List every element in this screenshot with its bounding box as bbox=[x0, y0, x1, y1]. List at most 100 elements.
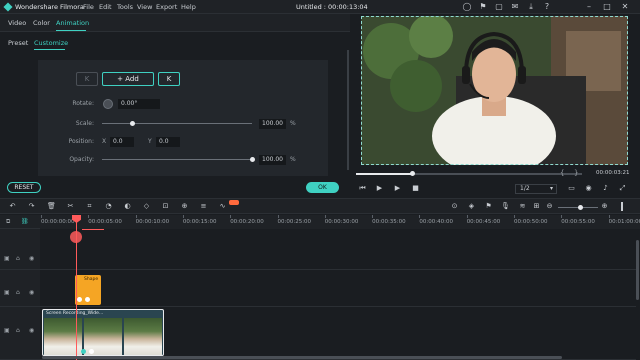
fit-icon[interactable]: ⊡ bbox=[161, 202, 170, 211]
preview-selection-frame[interactable] bbox=[361, 16, 628, 165]
ok-button[interactable]: OK bbox=[306, 182, 339, 193]
eye-icon[interactable]: ◉ bbox=[29, 327, 34, 334]
stop-icon[interactable]: ■ bbox=[411, 184, 420, 193]
notification-icon[interactable]: ⚑ bbox=[478, 2, 488, 12]
lock-icon[interactable]: ⌂ bbox=[16, 289, 20, 296]
menu-file[interactable]: File bbox=[83, 3, 94, 11]
color-icon[interactable]: ◐ bbox=[123, 202, 132, 211]
prev-keyframe-button[interactable]: K bbox=[76, 72, 98, 86]
keyframe-marker[interactable] bbox=[81, 349, 86, 354]
rotate-dial[interactable] bbox=[103, 99, 113, 109]
prev-frame-icon[interactable]: ⏮ bbox=[358, 184, 367, 193]
menu-edit[interactable]: Edit bbox=[99, 3, 112, 11]
video-clip-label: Screen Recording_Wide... bbox=[46, 311, 104, 316]
scale-slider-knob[interactable] bbox=[129, 121, 135, 126]
mark-in-icon[interactable]: { bbox=[560, 169, 564, 177]
play-backward-icon[interactable]: ▶ bbox=[375, 184, 384, 193]
stabilize-icon[interactable]: ⊕ bbox=[180, 202, 189, 211]
link-icon[interactable]: ⛓ bbox=[21, 218, 29, 225]
opacity-input[interactable]: 100.00 bbox=[259, 155, 286, 165]
ruler-label: 00:00:00:00 bbox=[41, 219, 75, 225]
scale-slider-track[interactable] bbox=[102, 123, 252, 124]
keyframe-marker[interactable] bbox=[89, 349, 94, 354]
shield-icon[interactable]: ◈ bbox=[467, 202, 476, 211]
menu-export[interactable]: Export bbox=[156, 3, 177, 11]
eye-icon[interactable]: ◉ bbox=[29, 289, 34, 296]
redo-icon[interactable]: ↷ bbox=[27, 202, 36, 211]
user-icon[interactable]: ◯ bbox=[462, 2, 472, 12]
menu-view[interactable]: View bbox=[137, 3, 152, 11]
lock-icon[interactable]: ⌂ bbox=[16, 255, 20, 262]
menu-help[interactable]: Help bbox=[181, 3, 196, 11]
panel-scrollbar[interactable] bbox=[347, 50, 349, 170]
position-label: Position: bbox=[68, 138, 94, 145]
position-y-input[interactable]: 0.0 bbox=[156, 137, 180, 147]
mic-icon[interactable]: 🎙 bbox=[501, 202, 510, 211]
position-x-label: X bbox=[102, 138, 107, 145]
eye-icon[interactable]: ◉ bbox=[29, 255, 34, 262]
mail-icon[interactable]: ✉ bbox=[510, 2, 520, 12]
subtab-customize[interactable]: Customize bbox=[34, 39, 68, 47]
keyframe-icon[interactable]: ◇ bbox=[142, 202, 151, 211]
fullscreen-icon[interactable]: ⤢ bbox=[618, 184, 627, 193]
save-icon[interactable]: ▢ bbox=[494, 2, 504, 12]
playback-progress-knob[interactable] bbox=[410, 171, 415, 176]
snapshot-icon[interactable]: ⊞ bbox=[532, 202, 541, 211]
zoom-slider-knob[interactable] bbox=[578, 205, 583, 210]
add-keyframe-button[interactable]: + Add bbox=[102, 72, 154, 86]
zoom-out-icon[interactable]: ⊖ bbox=[545, 202, 554, 211]
rotate-input[interactable]: 0.00° bbox=[118, 99, 160, 109]
undo-icon[interactable]: ↶ bbox=[8, 202, 17, 211]
play-icon[interactable]: ▶ bbox=[393, 184, 402, 193]
video-clip[interactable]: Screen Recording_Wide... bbox=[42, 309, 164, 356]
opacity-slider-knob[interactable] bbox=[249, 157, 255, 162]
zoom-in-icon[interactable]: ⊕ bbox=[600, 202, 609, 211]
next-keyframe-button[interactable]: K bbox=[158, 72, 180, 86]
speed-icon[interactable]: ◔ bbox=[104, 202, 113, 211]
crop-icon[interactable]: ⌗ bbox=[85, 202, 94, 211]
download-icon[interactable]: ⤓ bbox=[526, 2, 536, 12]
maximize-icon[interactable]: □ bbox=[602, 2, 612, 12]
keyframe-marker[interactable] bbox=[85, 297, 90, 302]
panel-toggle-icon[interactable] bbox=[621, 202, 623, 211]
reset-button[interactable]: RESET bbox=[7, 182, 41, 193]
adjust-icon[interactable]: ≡ bbox=[199, 202, 208, 211]
tab-animation[interactable]: Animation bbox=[56, 19, 89, 27]
mark-out-icon[interactable]: } bbox=[574, 169, 578, 177]
timeline-horizontal-scrollbar[interactable] bbox=[42, 356, 562, 359]
tab-video[interactable]: Video bbox=[8, 19, 26, 27]
camera-icon[interactable]: ◉ bbox=[584, 184, 593, 193]
menu-tools[interactable]: Tools bbox=[117, 3, 133, 11]
opacity-slider-track[interactable] bbox=[102, 159, 252, 160]
rotate-label: Rotate: bbox=[72, 100, 94, 107]
position-x-input[interactable]: 0.0 bbox=[110, 137, 134, 147]
scale-input[interactable]: 100.00 bbox=[259, 119, 286, 129]
volume-icon[interactable]: ♪ bbox=[601, 184, 610, 193]
render-icon[interactable]: ⊙ bbox=[450, 202, 459, 211]
split-icon[interactable]: ✂ bbox=[66, 202, 75, 211]
shape-clip[interactable]: Shape bbox=[75, 275, 101, 305]
voiceover-icon[interactable]: ≋ bbox=[518, 202, 527, 211]
ruler-tick bbox=[41, 215, 42, 218]
monitor-icon[interactable]: ▭ bbox=[567, 184, 576, 193]
timeline-vertical-scrollbar[interactable] bbox=[636, 240, 639, 300]
ruler-tick bbox=[419, 215, 421, 218]
app-name: Wondershare Filmora bbox=[15, 3, 84, 11]
delete-icon[interactable]: 🗑 bbox=[47, 202, 56, 211]
ruler-label: 00:00:55:00 bbox=[561, 219, 595, 225]
close-icon[interactable]: ✕ bbox=[620, 2, 630, 12]
audio-icon[interactable]: ∿ bbox=[218, 202, 227, 211]
track-row-3[interactable] bbox=[40, 229, 636, 270]
subtab-preset[interactable]: Preset bbox=[8, 39, 28, 47]
help-icon[interactable]: ? bbox=[542, 2, 552, 12]
marker-icon[interactable]: ⚑ bbox=[484, 202, 493, 211]
minimize-icon[interactable]: – bbox=[584, 2, 594, 12]
ruler-label: 00:00:40:00 bbox=[419, 219, 453, 225]
keyframe-marker[interactable] bbox=[77, 297, 82, 302]
track-row-2[interactable] bbox=[40, 270, 636, 307]
quality-select[interactable]: 1/2 ▾ bbox=[515, 184, 557, 194]
lock-icon[interactable]: ⌂ bbox=[16, 327, 20, 334]
playhead-marker[interactable] bbox=[70, 231, 82, 243]
tab-color[interactable]: Color bbox=[33, 19, 50, 27]
add-track-icon[interactable]: ⧉ bbox=[6, 218, 10, 226]
